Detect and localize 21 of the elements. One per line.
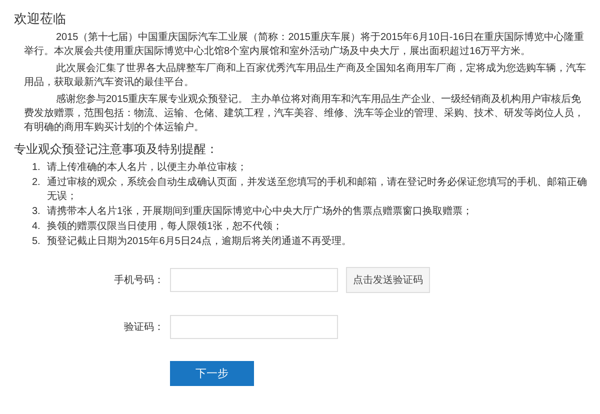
list-number: 2. xyxy=(32,176,42,190)
list-item-text: 通过审核的观众，系统会自动生成确认页面，并发送至您填写的手机和邮箱，请在登记时务必保证您填写的手机、邮箱正确无误； xyxy=(47,176,588,204)
input-field[interactable] xyxy=(170,315,338,339)
list-item-text: 请上传准确的本人名片，以便主办单位审核； xyxy=(47,161,247,175)
next-button[interactable]: 下一步 xyxy=(170,361,254,386)
list-item-text: 预登记截止日期为2015年6月5日24点，逾期后将关闭通道不再受理。 xyxy=(47,235,352,249)
section-title: 欢迎莅临 xyxy=(14,10,67,28)
field-label: 手机号码： xyxy=(113,274,164,287)
input-field[interactable] xyxy=(170,268,338,292)
list-number: 4. xyxy=(32,220,42,234)
section-title: 专业观众预登记注意事项及特别提醒： xyxy=(14,141,219,158)
list-number: 5. xyxy=(32,235,42,249)
send-code-button[interactable]: 点击发送验证码 xyxy=(346,267,430,293)
paragraph: 此次展会汇集了世界各大品牌整车厂商和上百家优秀汽车用品生产商及全国知名商用车厂商，定将成为您选购车辆，汽车用品，获取最新汽车资讯的最佳平台。 xyxy=(23,62,587,90)
paragraph: 感谢您参与2015重庆车展专业观众预登记。 主办单位将对商用车和汽车用品生产企业、一级经销商及机构用户审核后免费发放赠票，范围包括：物流、运输、仓储、建筑工程，汽车美容、维修、洗车等企业的管理、采购、技术、研发等岗位人员，有明确的商用车购买计划的个体运输户。 xyxy=(23,93,585,135)
field-label: 验证码： xyxy=(123,321,164,334)
list-number: 3. xyxy=(32,205,42,219)
list-item-text: 请携带本人名片1张，开展期间到重庆国际博览中心中央大厅广场外的售票点赠票窗口换取赠票； xyxy=(47,205,473,219)
list-number: 1. xyxy=(32,161,42,175)
list-item-text: 换领的赠票仅限当日使用，每人限领1张，恕不代领； xyxy=(47,220,283,234)
paragraph: 2015（第十七届）中国重庆国际汽车工业展（简称：2015重庆车展）将于2015年6月10日-16日在重庆国际博览中心隆重举行。本次展会共使用重庆国际博览中心北馆8个室内展馆和室外活动广场及中央大厅，展出面积超过16万平方米。 xyxy=(23,31,585,59)
